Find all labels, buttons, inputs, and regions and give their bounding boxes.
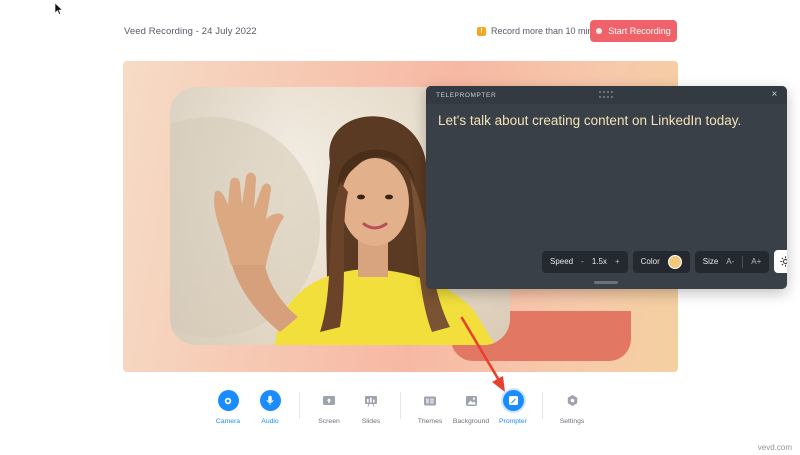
mouse-cursor-icon: [54, 2, 64, 15]
camera-icon: [217, 390, 239, 411]
watermark: vevd.com: [757, 443, 792, 452]
prompter-label: Prompter: [499, 418, 527, 425]
color-swatch[interactable]: [667, 254, 682, 269]
record-limit-text: Record more than 10 min: [491, 26, 593, 36]
color-label: Color: [640, 257, 660, 266]
screen-label: Screen: [318, 418, 340, 425]
themes-label: Themes: [417, 418, 443, 425]
slides-label: Slides: [361, 418, 381, 425]
teleprompter-header[interactable]: TELEPROMPTER ×: [426, 86, 787, 104]
speed-decrease-button[interactable]: -: [581, 257, 584, 266]
settings-label: Settings: [559, 418, 585, 425]
teleprompter-script[interactable]: Let's talk about creating content on Lin…: [438, 112, 777, 129]
themes-toggle[interactable]: Themes: [410, 388, 450, 425]
prompter-toggle[interactable]: Prompter: [493, 388, 533, 425]
record-limit-notice[interactable]: ! Record more than 10 min: [477, 26, 593, 36]
background-icon: [461, 390, 482, 411]
slides-toggle[interactable]: Slides: [351, 388, 391, 425]
teleprompter-panel[interactable]: TELEPROMPTER × Let's talk about creating…: [426, 86, 787, 289]
drag-handle-icon[interactable]: [599, 91, 613, 99]
toolbar-divider: [299, 392, 300, 419]
start-recording-label: Start Recording: [608, 26, 671, 36]
size-control: Size A- A+: [694, 250, 770, 273]
speed-increase-button[interactable]: +: [615, 257, 620, 266]
background-toggle[interactable]: Background: [451, 388, 491, 425]
audio-toggle[interactable]: Audio: [250, 388, 290, 425]
settings-icon: [562, 390, 583, 411]
teleprompter-controls: Speed - 1.5x + Color Size A- A+: [542, 250, 787, 273]
speed-value: 1.5x: [591, 257, 607, 266]
toolbar-divider: [400, 392, 401, 419]
size-label: Size: [702, 257, 719, 266]
teleprompter-title: TELEPROMPTER: [436, 91, 497, 99]
prompter-icon: [502, 390, 524, 411]
themes-icon: [420, 390, 441, 411]
resize-handle[interactable]: [594, 281, 618, 284]
recording-title[interactable]: Veed Recording - 24 July 2022: [124, 26, 257, 37]
size-increase-button[interactable]: A+: [751, 257, 761, 266]
screen-icon: [319, 390, 340, 411]
color-control[interactable]: Color: [632, 250, 690, 273]
microphone-icon: [259, 390, 281, 411]
speed-label: Speed: [550, 257, 574, 266]
warning-icon: !: [477, 26, 486, 36]
camera-toggle[interactable]: Camera: [208, 388, 248, 425]
speed-control: Speed - 1.5x +: [542, 250, 628, 273]
camera-label: Camera: [215, 418, 241, 425]
start-recording-button[interactable]: Start Recording: [590, 20, 677, 42]
record-dot-icon: [596, 28, 603, 34]
toolbar-divider: [542, 392, 543, 419]
slides-icon: [361, 390, 382, 411]
sun-icon: [780, 256, 787, 267]
background-label: Background: [452, 418, 490, 425]
brightness-toggle-button[interactable]: [774, 250, 787, 273]
divider: [742, 255, 744, 268]
close-icon[interactable]: ×: [772, 89, 778, 101]
settings-toggle[interactable]: Settings: [552, 388, 592, 425]
screen-toggle[interactable]: Screen: [309, 388, 349, 425]
audio-label: Audio: [261, 418, 279, 425]
size-decrease-button[interactable]: A-: [726, 257, 734, 266]
